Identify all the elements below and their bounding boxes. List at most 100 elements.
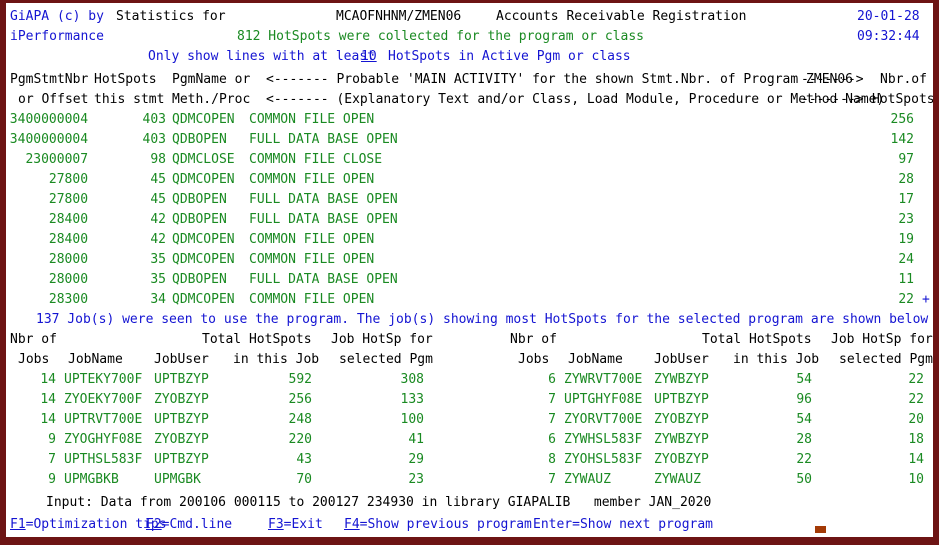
- cell-hotspots: 35: [150, 250, 166, 270]
- cell-stmt-nbr: 3400000004: [10, 130, 88, 150]
- enter-key-action[interactable]: Enter=Show next program: [533, 515, 713, 535]
- cell-job-name-right: ZYWAUZ: [564, 470, 611, 490]
- cell-nbr-hotspots: 11: [898, 270, 914, 290]
- terminal-content: GiAPA (c) by Statistics for MCAOFNHNM/ZM…: [6, 3, 933, 537]
- product-name-line2: iPerformance: [10, 27, 104, 47]
- col-header-arrow-1: ------->: [801, 70, 864, 90]
- cell-selected-hotspots-right: 10: [908, 470, 924, 490]
- cell-description: FULL DATA BASE OPEN: [249, 190, 398, 210]
- col-header-arrow-2: ------->: [801, 90, 864, 110]
- cell-job-user-right: ZYOBZYP: [654, 410, 709, 430]
- cell-pgm-name: QDMCOPEN: [172, 110, 235, 130]
- jobs-left-header-nbrof: Nbr of: [10, 330, 57, 350]
- cell-nbr-hotspots: 22: [898, 290, 914, 310]
- table-row: 2300000798QDMCLOSECOMMON FILE CLOSE97: [6, 150, 933, 170]
- table-row: 6ZYWRVT700EZYWBZYP5422: [6, 370, 933, 390]
- function-key-label-f3: F3: [268, 517, 284, 532]
- function-key-f1[interactable]: F1=Optimization tips: [10, 515, 167, 535]
- jobs-note-text: 137 Job(s) were seen to use the program.…: [36, 310, 928, 330]
- cell-stmt-nbr: 28400: [49, 230, 88, 250]
- function-key-f3[interactable]: F3=Exit: [268, 515, 323, 535]
- cell-pgm-name: QDBOPEN: [172, 270, 227, 290]
- col-header-offset: or Offset: [18, 90, 88, 110]
- header-line-2: iPerformance 812 HotSpots were collected…: [6, 27, 933, 47]
- cell-nbr-jobs-right: 8: [548, 450, 556, 470]
- cell-job-user-right: UPTBZYP: [654, 390, 709, 410]
- cell-nbr-hotspots: 23: [898, 210, 914, 230]
- cell-total-hotspots-right: 96: [796, 390, 812, 410]
- min-hotspots-input[interactable]: 10: [361, 47, 377, 67]
- col-header-nbrof: Nbr.of: [880, 70, 927, 90]
- cell-hotspots: 42: [150, 230, 166, 250]
- cell-hotspots: 35: [150, 270, 166, 290]
- jobs-left-header-jobname: JobName: [68, 350, 123, 370]
- cell-nbr-hotspots: 17: [898, 190, 914, 210]
- table-row: 2800035QDMCOPENCOMMON FILE OPEN24: [6, 250, 933, 270]
- cell-selected-hotspots-right: 22: [908, 390, 924, 410]
- cell-stmt-nbr: 23000007: [25, 150, 88, 170]
- cell-nbr-jobs-right: 6: [548, 370, 556, 390]
- cell-job-name-right: ZYOHSL583F: [564, 450, 642, 470]
- col-header-thisstmt: this stmt: [94, 90, 164, 110]
- table-row: 2780045QDBOPENFULL DATA BASE OPEN17: [6, 190, 933, 210]
- cell-nbr-hotspots: 28: [898, 170, 914, 190]
- cell-pgm-name: QDBOPEN: [172, 190, 227, 210]
- cell-job-name-right: ZYWRVT700E: [564, 370, 642, 390]
- system-time: 09:32:44: [857, 27, 920, 47]
- cell-nbr-hotspots: 24: [898, 250, 914, 270]
- jobs-note-line: 137 Job(s) were seen to use the program.…: [6, 310, 933, 330]
- cell-total-hotspots-right: 28: [796, 430, 812, 450]
- input-status-line: Input: Data from 200106 000115 to 200127…: [6, 493, 933, 513]
- cell-selected-hotspots-right: 22: [908, 370, 924, 390]
- cell-hotspots: 98: [150, 150, 166, 170]
- cell-nbr-jobs-right: 7: [548, 390, 556, 410]
- table-row: 2840042QDBOPENFULL DATA BASE OPEN23: [6, 210, 933, 230]
- cell-total-hotspots-right: 50: [796, 470, 812, 490]
- cell-selected-hotspots-right: 18: [908, 430, 924, 450]
- page-title: Statistics for: [116, 7, 226, 27]
- cell-stmt-nbr: 27800: [49, 190, 88, 210]
- function-key-f4[interactable]: F4=Show previous program: [344, 515, 532, 535]
- function-key-label-f4: F4: [344, 517, 360, 532]
- jobs-right-header-jobname: JobName: [568, 350, 623, 370]
- cell-pgm-name: QDMCOPEN: [172, 290, 235, 310]
- cell-job-name-right: UPTGHYF08E: [564, 390, 642, 410]
- col-header-pgmname: PgmName or: [172, 70, 250, 90]
- cell-nbr-jobs-right: 7: [548, 470, 556, 490]
- cell-hotspots: 45: [150, 170, 166, 190]
- filter-line: Only show lines with at least 10 HotSpot…: [6, 47, 933, 67]
- cell-nbr-hotspots: 97: [898, 150, 914, 170]
- cell-description: FULL DATA BASE OPEN: [249, 130, 398, 150]
- cell-stmt-nbr: 27800: [49, 170, 88, 190]
- cell-job-name-right: ZYORVT700E: [564, 410, 642, 430]
- cell-job-user-right: ZYOBZYP: [654, 450, 709, 470]
- col-header-hotspots-r: HotSpots: [872, 90, 935, 110]
- cell-stmt-nbr: 28300: [49, 290, 88, 310]
- page-subtitle: Accounts Receivable Registration: [496, 7, 746, 27]
- table-row: 3400000004403QDMCOPENCOMMON FILE OPEN256: [6, 110, 933, 130]
- jobs-right-header-selpgm: selected Pgm: [839, 350, 933, 370]
- function-key-desc-f4: =Show previous program: [360, 517, 532, 532]
- table-row: 2800035QDBOPENFULL DATA BASE OPEN11: [6, 270, 933, 290]
- table-row: 6ZYWHSL583FZYWBZYP2818: [6, 430, 933, 450]
- table-row: 8ZYOHSL583FZYOBZYP2214: [6, 450, 933, 470]
- jobs-left-header-jobhotsp: Job HotSp for: [331, 330, 433, 350]
- jobs-right-header-inthisjob: in this Job: [733, 350, 819, 370]
- jobs-left-header-inthisjob: in this Job: [233, 350, 319, 370]
- function-key-label-f1: F1: [10, 517, 26, 532]
- jobs-table-header-2: Jobs JobName JobUser in this Job selecte…: [6, 350, 933, 370]
- collected-summary: 812 HotSpots were collected for the prog…: [237, 27, 644, 47]
- jobs-left-header-total: Total HotSpots: [202, 330, 312, 350]
- function-key-f2[interactable]: F2=Cmd.line: [146, 515, 232, 535]
- cell-description: COMMON FILE OPEN: [249, 290, 374, 310]
- cell-nbr-hotspots: 19: [898, 230, 914, 250]
- cell-pgm-name: QDBOPEN: [172, 130, 227, 150]
- table-row: 2780045QDMCOPENCOMMON FILE OPEN28: [6, 170, 933, 190]
- cell-pgm-name: QDMCOPEN: [172, 250, 235, 270]
- cell-description: FULL DATA BASE OPEN: [249, 210, 398, 230]
- col-header-methproc: Meth./Proc: [172, 90, 250, 110]
- col-header-activity: <------- Probable 'MAIN ACTIVITY' for th…: [266, 70, 853, 90]
- cell-hotspots: 42: [150, 210, 166, 230]
- function-key-bar: F1=Optimization tipsF2=Cmd.line F3=Exit F4…: [6, 515, 933, 535]
- jobs-right-header-nbrof: Nbr of: [510, 330, 557, 350]
